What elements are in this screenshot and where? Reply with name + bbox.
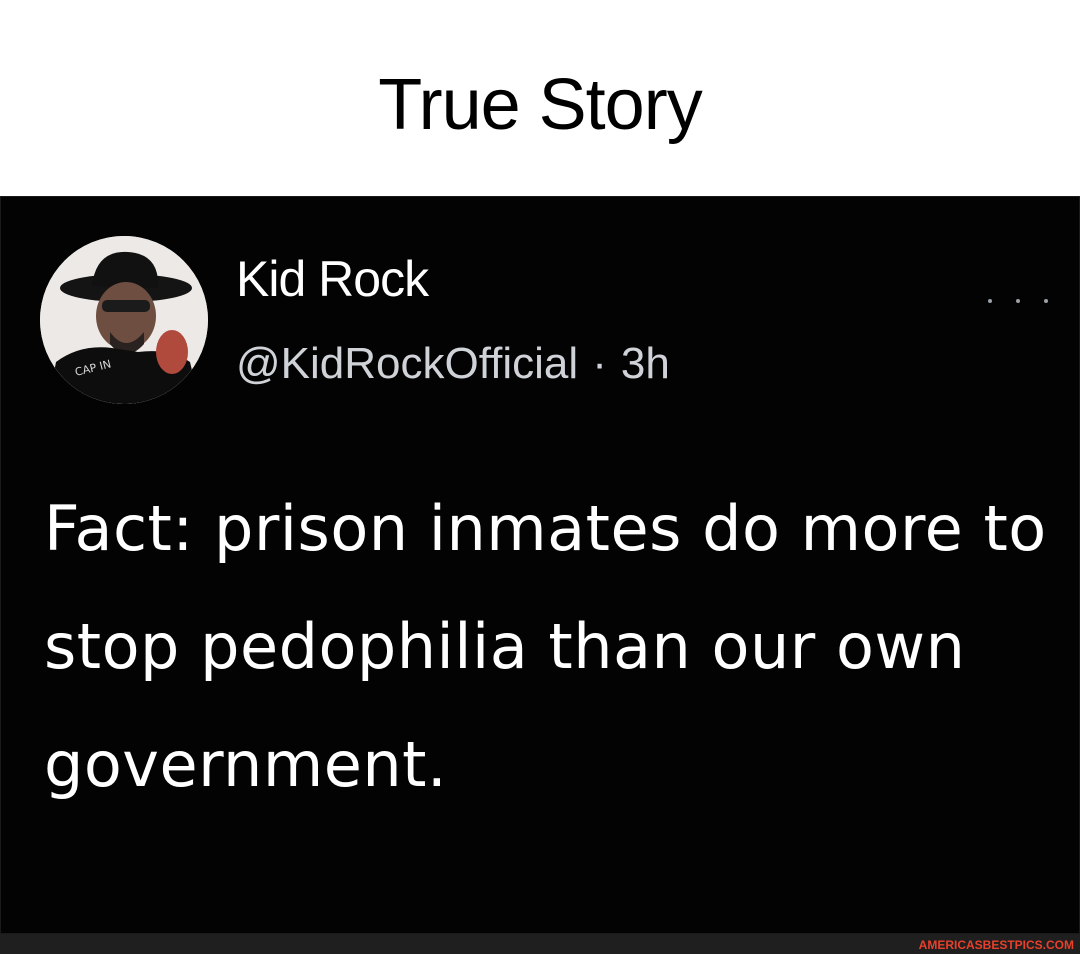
dot [988, 299, 992, 303]
tweet-text: Fact: prison inmates do more to stop ped… [44, 492, 1047, 801]
avatar-image: CAP IN [40, 236, 208, 404]
meme-title: True Story [378, 65, 702, 145]
timestamp[interactable]: 3h [621, 339, 670, 388]
user-handle[interactable]: @KidRockOfficial [236, 339, 578, 388]
separator-dot: · [592, 339, 607, 388]
more-horizontal-icon[interactable] [988, 286, 1048, 316]
display-name[interactable]: Kid Rock [236, 249, 429, 309]
dot [1016, 299, 1020, 303]
dot [1044, 299, 1048, 303]
handle-row: @KidRockOfficial · 3h [236, 336, 670, 392]
avatar[interactable]: CAP IN [40, 236, 208, 404]
meme-page: True Story CAP IN Kid Rock @KidRockOffic… [0, 0, 1080, 954]
watermark: AMERICASBESTPICS.COM [918, 938, 1074, 952]
